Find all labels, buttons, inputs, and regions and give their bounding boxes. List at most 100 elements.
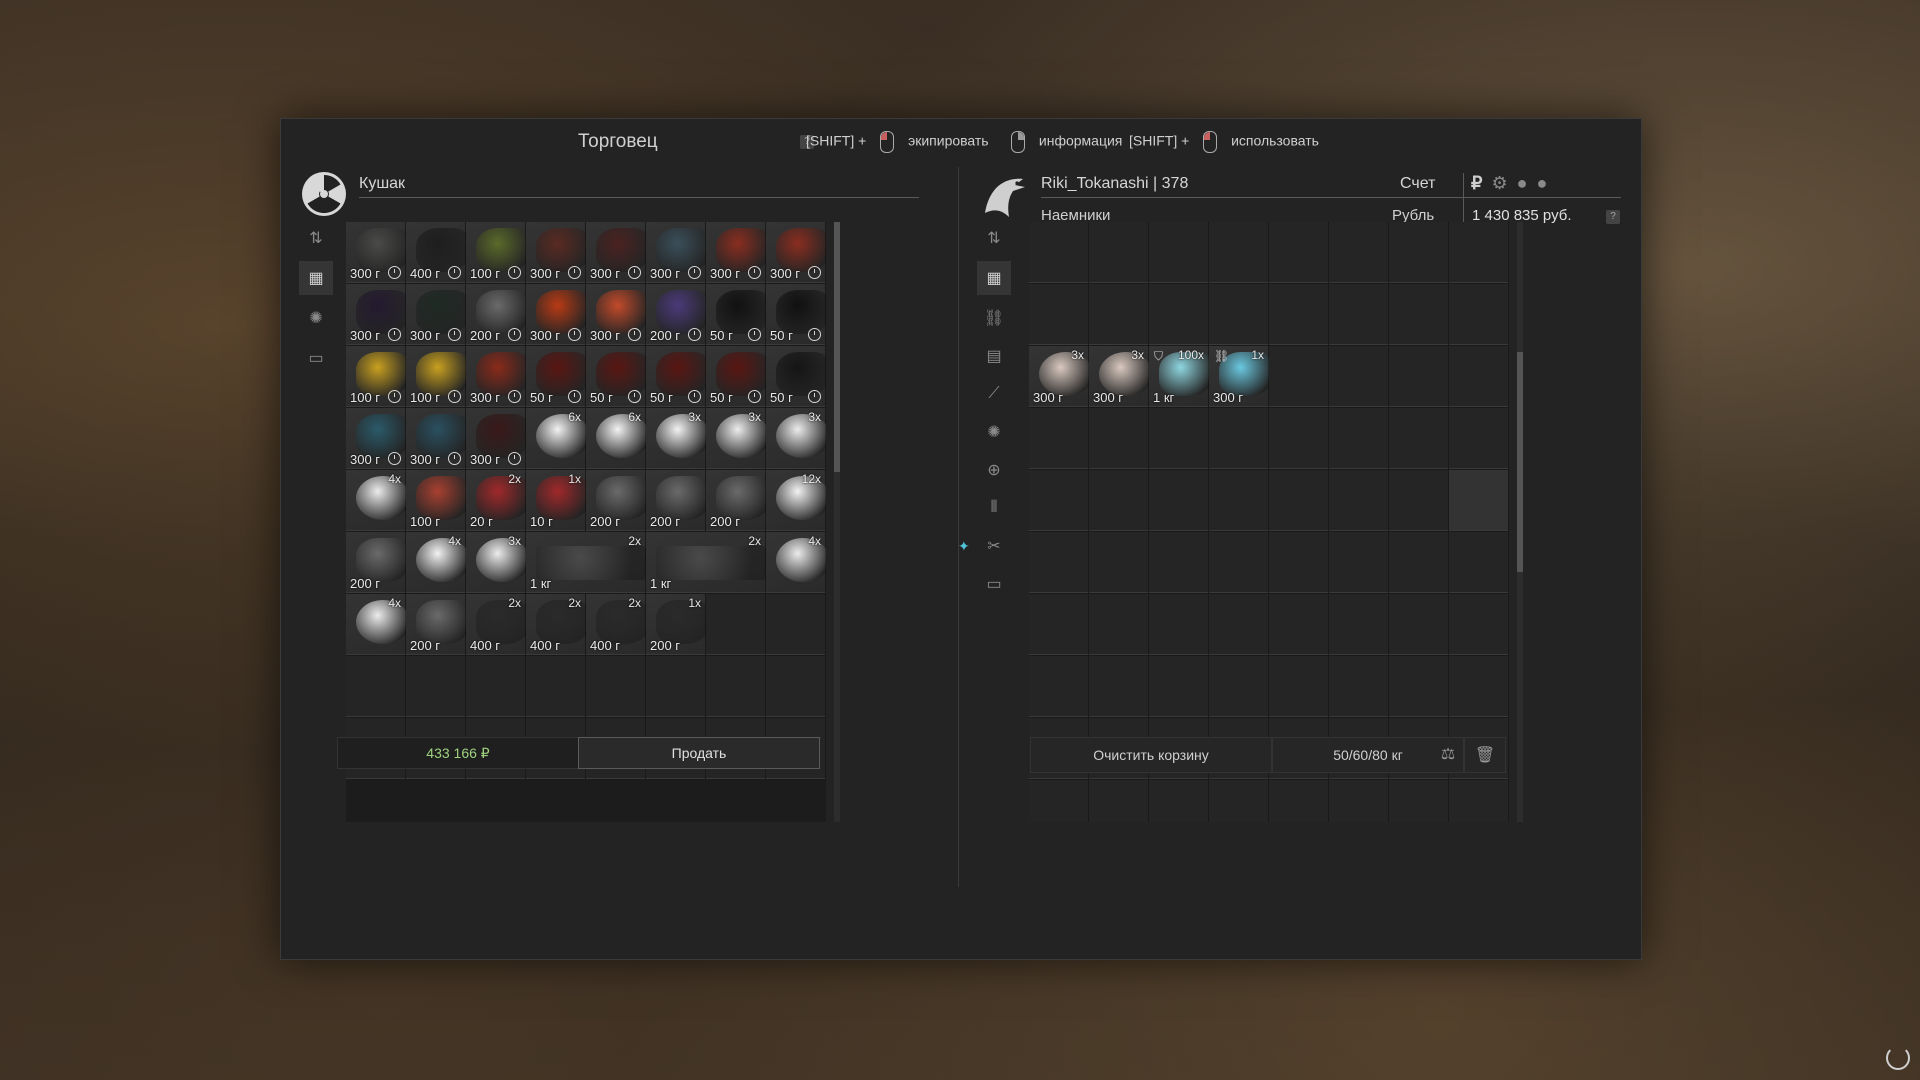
inventory-item[interactable]: 1 кг 2x xyxy=(646,532,766,594)
inventory-slot[interactable] xyxy=(1149,532,1209,594)
coin-icon[interactable]: ● xyxy=(1517,173,1528,193)
inventory-item[interactable]: 300 г xyxy=(586,284,650,346)
inventory-slot[interactable] xyxy=(1449,470,1509,532)
inventory-slot[interactable] xyxy=(1029,284,1089,346)
inventory-item[interactable]: 6x xyxy=(526,408,590,470)
inventory-slot[interactable] xyxy=(1089,470,1149,532)
inventory-slot[interactable] xyxy=(1329,656,1389,718)
inventory-slot[interactable] xyxy=(1269,470,1329,532)
inventory-slot[interactable] xyxy=(406,656,466,718)
inventory-slot[interactable] xyxy=(1329,780,1389,822)
filter-sort-icon[interactable]: ⇅ xyxy=(299,221,333,255)
inventory-item[interactable]: 4x xyxy=(766,532,826,594)
inventory-item[interactable]: 200 г xyxy=(706,470,770,532)
inventory-slot[interactable] xyxy=(1449,594,1509,656)
inventory-slot[interactable] xyxy=(1029,594,1089,656)
inventory-item[interactable]: 50 г xyxy=(646,346,710,408)
inventory-slot[interactable] xyxy=(1329,284,1389,346)
inventory-slot[interactable] xyxy=(1449,780,1509,822)
inventory-slot[interactable] xyxy=(1329,408,1389,470)
filter-artifact-icon[interactable]: ✺ xyxy=(299,301,333,335)
inventory-slot[interactable] xyxy=(1149,656,1209,718)
inventory-slot[interactable] xyxy=(1389,284,1449,346)
inventory-item[interactable]: 300 г xyxy=(346,284,410,346)
inventory-item[interactable]: 4x xyxy=(346,470,410,532)
inventory-slot[interactable] xyxy=(1089,408,1149,470)
token-icon[interactable]: ● xyxy=(1537,173,1548,193)
filter-tools-icon[interactable]: ✂ xyxy=(977,529,1011,563)
filter-medical-icon[interactable]: ⊕ xyxy=(977,453,1011,487)
inventory-slot[interactable] xyxy=(1389,656,1449,718)
inventory-item[interactable]: 10 г 1x xyxy=(526,470,590,532)
inventory-slot[interactable] xyxy=(1209,470,1269,532)
inventory-item[interactable]: 300 г xyxy=(526,284,590,346)
inventory-slot[interactable] xyxy=(1389,532,1449,594)
ruble-icon[interactable]: ₽ xyxy=(1471,173,1482,193)
inventory-slot[interactable] xyxy=(1089,222,1149,284)
inventory-slot[interactable] xyxy=(1389,780,1449,822)
inventory-item[interactable]: 300 г xyxy=(466,346,530,408)
inventory-slot[interactable] xyxy=(1269,408,1329,470)
inventory-slot[interactable] xyxy=(706,594,766,656)
inventory-slot[interactable] xyxy=(1329,532,1389,594)
inventory-item[interactable]: 300 г xyxy=(526,222,590,284)
inventory-item[interactable]: 100 г xyxy=(406,470,470,532)
filter-misc-icon[interactable]: ▭ xyxy=(299,341,333,375)
inventory-item[interactable]: 200 г xyxy=(466,284,530,346)
inventory-slot[interactable] xyxy=(1089,284,1149,346)
inventory-item[interactable]: 200 г xyxy=(406,594,470,656)
inventory-slot[interactable] xyxy=(1269,594,1329,656)
inventory-item[interactable]: 300 г xyxy=(346,222,410,284)
inventory-slot[interactable] xyxy=(1389,594,1449,656)
inventory-slot[interactable] xyxy=(1029,470,1089,532)
inventory-item[interactable]: 3x xyxy=(706,408,770,470)
inventory-slot[interactable] xyxy=(1269,532,1329,594)
inventory-item[interactable]: 100 г xyxy=(346,346,410,408)
inventory-slot[interactable] xyxy=(1209,532,1269,594)
inventory-slot[interactable] xyxy=(346,656,406,718)
inventory-item[interactable]: 300 г xyxy=(346,408,410,470)
filter-ammo-icon[interactable]: ⦀ xyxy=(977,491,1011,525)
inventory-slot[interactable] xyxy=(1449,408,1509,470)
scroll-thumb[interactable] xyxy=(1517,352,1523,572)
inventory-item[interactable]: 50 г xyxy=(766,284,826,346)
inventory-slot[interactable] xyxy=(1389,470,1449,532)
inventory-slot[interactable] xyxy=(1209,408,1269,470)
clear-cart-button[interactable]: Очистить корзину xyxy=(1030,737,1272,773)
inventory-item[interactable]: 300 г xyxy=(406,408,470,470)
inventory-slot[interactable] xyxy=(1149,222,1209,284)
inventory-item[interactable]: 50 г xyxy=(766,346,826,408)
inventory-item[interactable]: 300 г xyxy=(466,408,530,470)
sell-button[interactable]: Продать xyxy=(578,737,820,769)
inventory-slot[interactable] xyxy=(766,594,826,656)
inventory-slot[interactable] xyxy=(1389,346,1449,408)
inventory-item[interactable]: 3x xyxy=(646,408,710,470)
filter-armor-icon[interactable]: ▤ xyxy=(977,339,1011,373)
inventory-item[interactable]: 200 г xyxy=(646,284,710,346)
inventory-slot[interactable] xyxy=(1269,222,1329,284)
inventory-item[interactable]: 300 г 1x ⛓ xyxy=(1209,346,1273,408)
inventory-slot[interactable] xyxy=(466,656,526,718)
inventory-item[interactable]: 200 г xyxy=(586,470,650,532)
inventory-item[interactable]: 400 г 2x xyxy=(466,594,530,656)
inventory-slot[interactable] xyxy=(1389,222,1449,284)
inventory-item[interactable]: 300 г 3x xyxy=(1029,346,1093,408)
filter-all-icon[interactable]: ▦ xyxy=(977,261,1011,295)
inventory-item[interactable]: 300 г xyxy=(706,222,770,284)
filter-artifact-icon[interactable]: ✺ xyxy=(977,415,1011,449)
inventory-slot[interactable] xyxy=(1269,346,1329,408)
inventory-slot[interactable] xyxy=(1449,656,1509,718)
inventory-slot[interactable] xyxy=(1449,284,1509,346)
inventory-slot[interactable] xyxy=(1329,222,1389,284)
inventory-slot[interactable] xyxy=(1029,780,1089,822)
inventory-slot[interactable] xyxy=(1449,532,1509,594)
filter-sort-icon[interactable]: ⇅ xyxy=(977,221,1011,255)
inventory-slot[interactable] xyxy=(1089,532,1149,594)
inventory-slot[interactable] xyxy=(646,656,706,718)
inventory-slot[interactable] xyxy=(1149,284,1209,346)
inventory-item[interactable]: 50 г xyxy=(526,346,590,408)
filter-attachments-icon[interactable]: ⛓ xyxy=(977,301,1011,335)
inventory-item[interactable]: 300 г xyxy=(646,222,710,284)
inventory-slot[interactable] xyxy=(526,656,586,718)
filter-misc-icon[interactable]: ▭ xyxy=(977,567,1011,601)
